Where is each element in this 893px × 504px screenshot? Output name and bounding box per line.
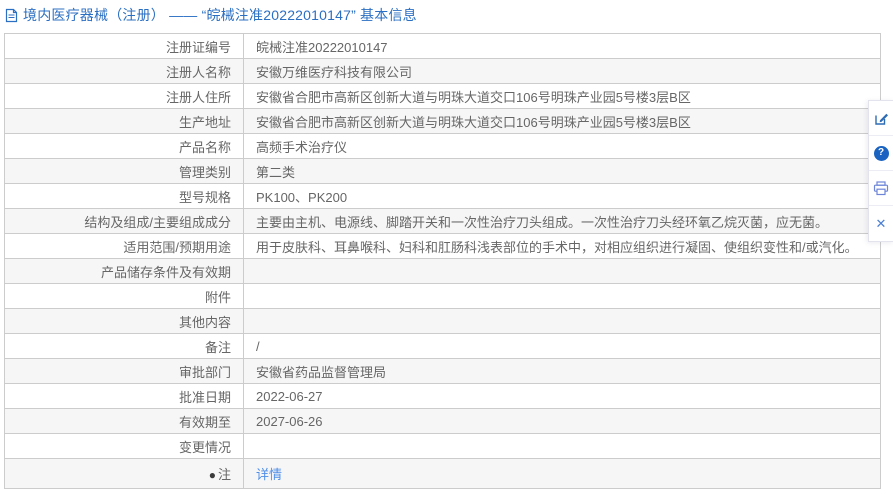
- row-value: 2027-06-26: [243, 408, 881, 434]
- row-value: PK100、PK200: [243, 183, 881, 209]
- table-row: 有效期至 2027-06-26: [4, 408, 881, 434]
- table-row: 适用范围/预期用途 用于皮肤科、耳鼻喉科、妇科和肛肠科浅表部位的手术中，对相应组织…: [4, 233, 881, 259]
- row-value: [243, 308, 881, 334]
- page-title: 境内医疗器械（注册） —— “皖械注准20222010147” 基本信息: [23, 7, 417, 23]
- row-label: 审批部门: [4, 358, 244, 384]
- print-icon: [873, 180, 889, 196]
- row-value: 安徽省合肥市高新区创新大道与明珠大道交口106号明珠产业园5号楼3层B区: [243, 108, 881, 134]
- row-value: [243, 258, 881, 284]
- row-label: 注册人名称: [4, 58, 244, 84]
- table-row: 产品储存条件及有效期: [4, 258, 881, 284]
- table-row: 注册证编号 皖械注准20222010147: [4, 33, 881, 59]
- print-button[interactable]: [869, 171, 893, 206]
- device-info-table: 注册证编号 皖械注准20222010147 注册人名称 安徽万维医疗科技有限公司 注册人…: [4, 33, 881, 489]
- row-value: 第二类: [243, 158, 881, 184]
- row-label: 型号规格: [4, 183, 244, 209]
- row-value: 主要由主机、电源线、脚踏开关和一次性治疗刀头组成。一次性治疗刀头经环氧乙烷灭菌，…: [243, 208, 881, 234]
- row-label: 产品名称: [4, 133, 244, 159]
- row-value: 详情: [243, 458, 881, 489]
- side-toolbar: ? ✕: [868, 100, 893, 242]
- row-value: [243, 433, 881, 459]
- table-row: 附件: [4, 283, 881, 309]
- table-row: 注册人住所 安徽省合肥市高新区创新大道与明珠大道交口106号明珠产业园5号楼3层B…: [4, 83, 881, 109]
- table-row: 其他内容: [4, 308, 881, 334]
- row-label: 注册人住所: [4, 83, 244, 109]
- table-row: 变更情况: [4, 433, 881, 459]
- table-row: 生产地址 安徽省合肥市高新区创新大道与明珠大道交口106号明珠产业园5号楼3层B区: [4, 108, 881, 134]
- edit-button[interactable]: [869, 101, 893, 136]
- close-button[interactable]: ✕: [869, 206, 893, 241]
- edit-icon: [874, 111, 889, 126]
- table-row: ● 注详情: [4, 458, 881, 489]
- document-icon: [5, 8, 18, 23]
- table-row: 产品名称 高频手术治疗仪: [4, 133, 881, 159]
- row-value: 安徽省合肥市高新区创新大道与明珠大道交口106号明珠产业园5号楼3层B区: [243, 83, 881, 109]
- table-row: 审批部门 安徽省药品监督管理局: [4, 358, 881, 384]
- row-value: 用于皮肤科、耳鼻喉科、妇科和肛肠科浅表部位的手术中，对相应组织进行凝固、使组织变…: [243, 233, 881, 259]
- row-label: 批准日期: [4, 383, 244, 409]
- info-table-body: 注册证编号 皖械注准20222010147 注册人名称 安徽万维医疗科技有限公司 注册人…: [4, 33, 881, 489]
- table-row: 备注 /: [4, 333, 881, 359]
- note-dot-icon: ●: [208, 468, 216, 482]
- row-value: 安徽省药品监督管理局: [243, 358, 881, 384]
- help-icon: ?: [873, 145, 889, 161]
- row-label: 其他内容: [4, 308, 244, 334]
- row-value: 皖械注准20222010147: [243, 33, 881, 59]
- row-label: 适用范围/预期用途: [4, 233, 244, 259]
- row-label: 变更情况: [4, 433, 244, 459]
- row-value: 2022-06-27: [243, 383, 881, 409]
- row-label: 管理类别: [4, 158, 244, 184]
- row-label: 生产地址: [4, 108, 244, 134]
- row-label: 注册证编号: [4, 33, 244, 59]
- row-label: ● 注: [4, 458, 244, 489]
- row-label: 备注: [4, 333, 244, 359]
- table-row: 管理类别 第二类: [4, 158, 881, 184]
- row-label: 产品储存条件及有效期: [4, 258, 244, 284]
- close-icon: ✕: [875, 216, 887, 231]
- row-value: /: [243, 333, 881, 359]
- page-header: 境内医疗器械（注册） —— “皖械注准20222010147” 基本信息: [5, 4, 417, 26]
- table-row: 注册人名称 安徽万维医疗科技有限公司: [4, 58, 881, 84]
- detail-link[interactable]: 详情: [256, 467, 282, 482]
- row-label: 结构及组成/主要组成成分: [4, 208, 244, 234]
- help-button[interactable]: ?: [869, 136, 893, 171]
- row-label: 附件: [4, 283, 244, 309]
- row-value: [243, 283, 881, 309]
- row-value: 安徽万维医疗科技有限公司: [243, 58, 881, 84]
- table-row: 结构及组成/主要组成成分 主要由主机、电源线、脚踏开关和一次性治疗刀头组成。一次性…: [4, 208, 881, 234]
- table-row: 型号规格 PK100、PK200: [4, 183, 881, 209]
- row-label: 有效期至: [4, 408, 244, 434]
- row-value: 高频手术治疗仪: [243, 133, 881, 159]
- table-row: 批准日期 2022-06-27: [4, 383, 881, 409]
